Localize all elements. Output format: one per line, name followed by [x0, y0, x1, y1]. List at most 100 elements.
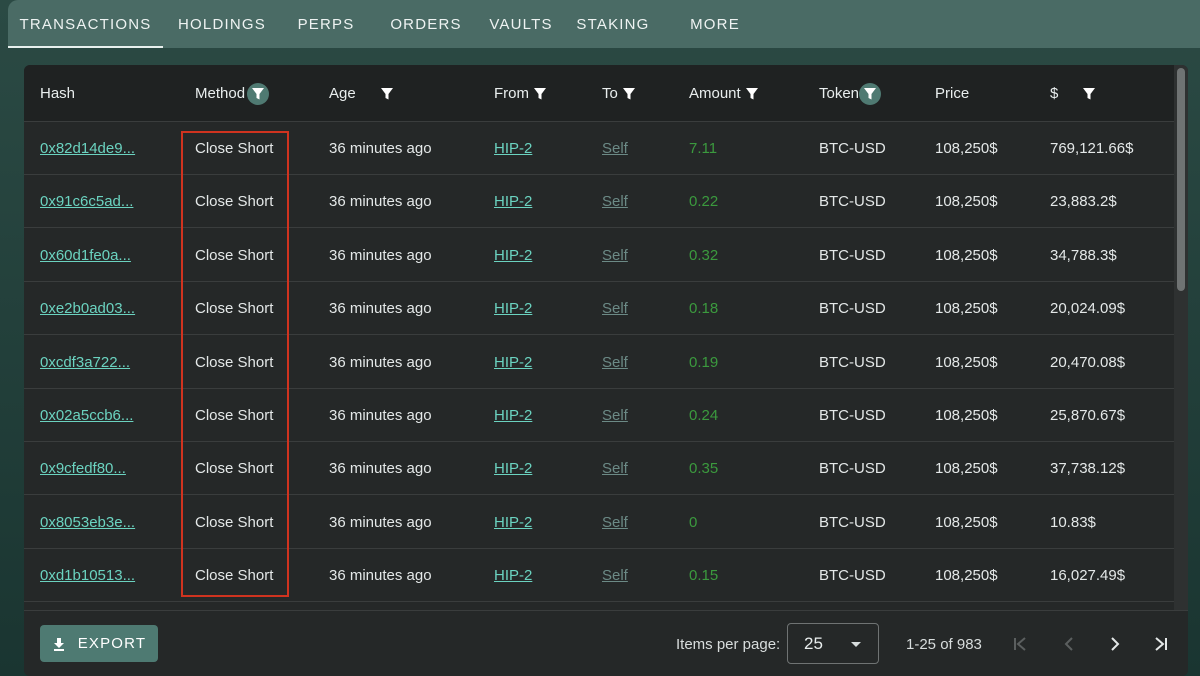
- amount-filter-icon[interactable]: [741, 83, 763, 105]
- tab-more[interactable]: MORE: [665, 0, 765, 48]
- tab-holdings[interactable]: HOLDINGS: [163, 0, 281, 48]
- hash-link-wrapper: 0xd1b10513...: [40, 549, 135, 602]
- usd-value-cell: 769,121.66$: [1050, 140, 1134, 157]
- table-row[interactable]: 0x60d1fe0a... Close Short 36 minutes ago HI…: [24, 229, 1174, 282]
- column-label: Token: [819, 85, 860, 102]
- from-link[interactable]: HIP-2: [494, 354, 532, 371]
- table-row[interactable]: 0x02a5ccb6... Close Short 36 minutes ago HI…: [24, 389, 1174, 442]
- table-row[interactable]: 0xd1b10513... Close Short 36 minutes ago HI…: [24, 549, 1174, 603]
- token-cell: BTC-USD: [819, 513, 886, 531]
- age-cell-wrapper: 36 minutes ago: [329, 389, 432, 442]
- hash-link[interactable]: 0x02a5ccb6...: [40, 407, 133, 424]
- table-row[interactable]: 0x82d14de9... Close Short 36 minutes ago HI…: [24, 122, 1174, 175]
- prev-page-button[interactable]: [1055, 630, 1083, 658]
- hash-link[interactable]: 0x60d1fe0a...: [40, 247, 131, 264]
- age-cell: 36 minutes ago: [329, 140, 432, 157]
- token-cell: BTC-USD: [819, 460, 886, 478]
- price-cell-wrapper: 108,250$: [935, 442, 998, 495]
- column-header-hash: Hash: [40, 65, 75, 122]
- tab-transactions[interactable]: TRANSACTIONS: [8, 0, 163, 48]
- from-link[interactable]: HIP-2: [494, 247, 532, 264]
- amount-cell-wrapper: 0.15: [689, 549, 718, 602]
- scrollbar[interactable]: [1174, 65, 1188, 610]
- token-cell: BTC-USD: [819, 193, 886, 211]
- price-cell-wrapper: 108,250$: [935, 496, 998, 549]
- to-link[interactable]: Self: [602, 300, 628, 317]
- to-link[interactable]: Self: [602, 514, 628, 531]
- method-cell-wrapper: Close Short: [195, 282, 273, 335]
- method-cell-wrapper: Close Short: [195, 122, 273, 175]
- to-link[interactable]: Self: [602, 460, 628, 477]
- usd-filter-icon[interactable]: [1078, 83, 1100, 105]
- method-filter-icon[interactable]: [247, 82, 270, 105]
- tab-orders[interactable]: ORDERS: [371, 0, 481, 48]
- pagination-range: 1-25 of 983: [906, 635, 982, 653]
- price-cell: 108,250$: [935, 300, 998, 318]
- amount-cell: 7.11: [689, 140, 718, 157]
- hash-link-wrapper: 0x9cfedf80...: [40, 442, 126, 495]
- age-cell: 36 minutes ago: [329, 353, 432, 371]
- to-link[interactable]: Self: [602, 247, 628, 264]
- to-link[interactable]: Self: [602, 140, 628, 157]
- hash-link[interactable]: 0xcdf3a722...: [40, 354, 130, 371]
- from-link-wrapper: HIP-2: [494, 282, 532, 335]
- method-cell-wrapper: Close Short: [195, 229, 273, 282]
- from-link[interactable]: HIP-2: [494, 407, 532, 424]
- token-cell-wrapper: BTC-USD: [819, 389, 886, 442]
- items-per-page-select[interactable]: 25: [787, 623, 879, 664]
- to-filter-icon[interactable]: [618, 83, 640, 105]
- usd-value-cell: 20,470.08$: [1050, 353, 1126, 371]
- method-cell: Close Short: [195, 460, 274, 478]
- hash-link[interactable]: 0xe2b0ad03...: [40, 300, 135, 317]
- price-cell: 108,250$: [935, 567, 998, 585]
- last-page-button[interactable]: [1147, 630, 1175, 658]
- to-link[interactable]: Self: [602, 407, 628, 424]
- first-page-button[interactable]: [1006, 630, 1034, 658]
- table-row[interactable]: 0x8053eb3e... Close Short 36 minutes ago HI…: [24, 496, 1174, 549]
- to-link[interactable]: Self: [602, 354, 628, 371]
- token-cell: BTC-USD: [819, 300, 886, 318]
- from-filter-icon[interactable]: [529, 83, 551, 105]
- price-cell: 108,250$: [935, 513, 998, 531]
- table-row[interactable]: 0xcdf3a722... Close Short 36 minutes ago HI…: [24, 336, 1174, 389]
- tab-vaults[interactable]: VAULTS: [481, 0, 561, 48]
- age-cell: 36 minutes ago: [329, 193, 432, 211]
- from-link[interactable]: HIP-2: [494, 514, 532, 531]
- hash-link[interactable]: 0x9cfedf80...: [40, 460, 126, 477]
- usd-value-cell-wrapper: 37,738.12$: [1050, 442, 1125, 495]
- from-link[interactable]: HIP-2: [494, 567, 532, 584]
- next-page-button[interactable]: [1101, 630, 1129, 658]
- token-filter-icon[interactable]: [859, 82, 882, 105]
- table-row[interactable]: 0x9cfedf80... Close Short 36 minutes ago HI…: [24, 442, 1174, 496]
- from-link-wrapper: HIP-2: [494, 175, 532, 228]
- table-row[interactable]: 0x91c6c5ad... Close Short 36 minutes ago HI…: [24, 175, 1174, 229]
- from-link-wrapper: HIP-2: [494, 389, 532, 442]
- method-cell: Close Short: [195, 353, 274, 371]
- scrollbar-thumb[interactable]: [1177, 68, 1185, 291]
- table-row[interactable]: 0xe2b0ad03... Close Short 36 minutes ago HI…: [24, 282, 1174, 336]
- from-link[interactable]: HIP-2: [494, 300, 532, 317]
- hash-link[interactable]: 0x8053eb3e...: [40, 514, 135, 531]
- usd-value-cell: 16,027.49$: [1050, 567, 1126, 585]
- tab-staking[interactable]: STAKING: [561, 0, 665, 48]
- to-link-wrapper: Self: [602, 229, 628, 282]
- hash-link[interactable]: 0x91c6c5ad...: [40, 193, 133, 210]
- from-link[interactable]: HIP-2: [494, 140, 532, 157]
- age-filter-icon[interactable]: [376, 83, 398, 105]
- to-link[interactable]: Self: [602, 567, 628, 584]
- age-cell-wrapper: 36 minutes ago: [329, 229, 432, 282]
- usd-value-cell-wrapper: 34,788.3$: [1050, 229, 1117, 282]
- items-per-page-value: 25: [804, 633, 823, 653]
- price-cell: 108,250$: [935, 140, 998, 157]
- from-link[interactable]: HIP-2: [494, 460, 532, 477]
- export-button[interactable]: EXPORT: [40, 625, 158, 662]
- age-cell-wrapper: 36 minutes ago: [329, 122, 432, 175]
- hash-link[interactable]: 0x82d14de9...: [40, 140, 135, 157]
- to-link[interactable]: Self: [602, 193, 628, 210]
- tab-perps[interactable]: PERPS: [281, 0, 371, 48]
- from-link[interactable]: HIP-2: [494, 193, 532, 210]
- hash-link[interactable]: 0xd1b10513...: [40, 567, 135, 584]
- column-header-amount: Amount: [689, 65, 763, 122]
- download-icon: [53, 637, 64, 651]
- usd-value-cell: 34,788.3$: [1050, 246, 1117, 264]
